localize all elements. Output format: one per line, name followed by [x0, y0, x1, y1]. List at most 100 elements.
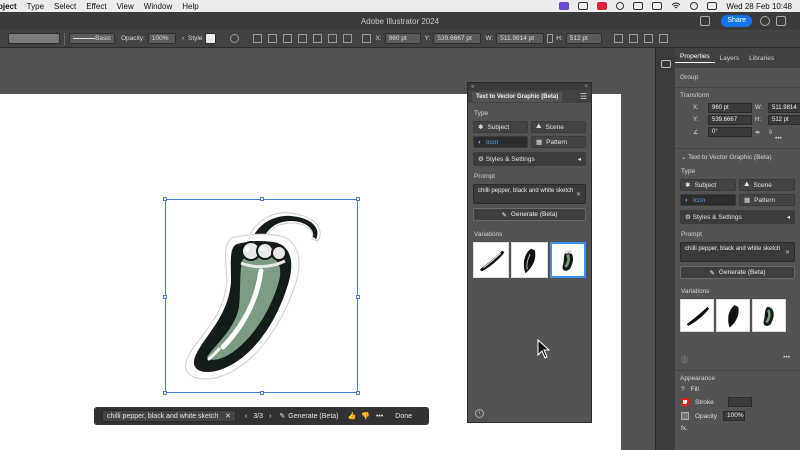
tab-layers[interactable]: Layers: [715, 55, 745, 62]
info-icon[interactable]: i: [475, 409, 484, 418]
stroke-weight-field[interactable]: [727, 397, 752, 407]
generate-button[interactable]: ✎ Generate (Beta): [473, 208, 586, 221]
menu-object[interactable]: bject: [0, 2, 17, 11]
thumbs-down-icon[interactable]: 👎: [361, 412, 370, 420]
more-transform-icon[interactable]: •••: [775, 135, 800, 142]
resize-handle-bottom[interactable]: [260, 391, 264, 395]
type-subject-button[interactable]: ✱ Subject: [680, 179, 736, 191]
wifi-icon[interactable]: [671, 2, 681, 10]
app-status-icon[interactable]: [597, 2, 608, 10]
share-button[interactable]: Share: [721, 15, 752, 27]
align-top-icon[interactable]: [313, 34, 323, 43]
resize-handle-right[interactable]: [356, 295, 360, 299]
align-left-icon[interactable]: [268, 34, 278, 43]
y-field[interactable]: 539.6667 pt: [433, 33, 482, 44]
align-middle-icon[interactable]: [328, 34, 338, 43]
h-field[interactable]: 512 pt: [565, 33, 602, 44]
sync-icon[interactable]: [616, 2, 625, 10]
layout-icon[interactable]: [700, 16, 710, 26]
menu-window[interactable]: Window: [144, 2, 172, 11]
align-center-icon[interactable]: [283, 34, 293, 43]
panel-grip[interactable]: «×: [468, 83, 591, 90]
taskbar-prompt-input[interactable]: chilli pepper, black and white sketch ✕: [102, 410, 236, 422]
close-icon[interactable]: ×: [584, 84, 588, 90]
opacity-row[interactable]: Opacity 100%: [681, 411, 800, 421]
menu-select[interactable]: Select: [54, 2, 76, 11]
display-icon[interactable]: [578, 2, 589, 10]
info-icon[interactable]: ⓘ: [681, 354, 688, 364]
next-variation-icon[interactable]: ›: [269, 413, 271, 420]
transform-grid-icon[interactable]: [362, 34, 372, 43]
battery-icon[interactable]: [652, 2, 663, 10]
done-button[interactable]: Done: [395, 413, 412, 420]
fx-row[interactable]: fx.: [681, 425, 800, 432]
align-to-icon[interactable]: [253, 34, 263, 43]
variation-thumbnail[interactable]: [680, 299, 714, 332]
stroke-row[interactable]: Stroke: [681, 397, 800, 407]
h-field[interactable]: 512 pt: [768, 115, 800, 125]
align-right-icon[interactable]: [298, 34, 308, 43]
menu-effect[interactable]: Effect: [86, 2, 106, 11]
type-pattern-button[interactable]: ▦ Pattern: [739, 194, 795, 206]
clear-prompt-icon[interactable]: ✕: [576, 191, 581, 198]
comments-icon[interactable]: [661, 60, 671, 68]
fill-row[interactable]: ? Fill: [681, 386, 800, 393]
recolor-icon[interactable]: [230, 34, 240, 43]
tab-libraries[interactable]: Libraries: [744, 55, 779, 62]
style-swatch[interactable]: [205, 33, 217, 44]
screen-record-icon[interactable]: [559, 2, 570, 10]
flip-vertical-icon[interactable]: ⇳: [768, 129, 800, 136]
transform-options-icon[interactable]: [613, 34, 623, 43]
clear-prompt-icon[interactable]: ✕: [785, 249, 790, 256]
type-icon-button[interactable]: ◐ Icon: [473, 136, 528, 148]
control-center-icon[interactable]: [707, 2, 718, 10]
previous-variation-icon[interactable]: ‹: [245, 413, 247, 420]
type-icon-button[interactable]: ◐ Icon: [680, 194, 736, 206]
w-field[interactable]: 511.9814: [768, 103, 800, 113]
thumbs-up-icon[interactable]: 👍: [348, 412, 357, 420]
more-options-icon[interactable]: •••: [783, 354, 790, 364]
x-field[interactable]: 960 pt: [384, 33, 421, 44]
envelope-icon[interactable]: [643, 34, 653, 43]
type-scene-button[interactable]: ⛰ Scene: [531, 121, 586, 133]
resize-handle-left[interactable]: [163, 295, 167, 299]
panel-menu-icon[interactable]: ☰: [580, 92, 587, 101]
w-field[interactable]: 511.9814 pt: [496, 33, 545, 44]
menu-help[interactable]: Help: [182, 2, 198, 11]
stroke-swatch[interactable]: [681, 398, 689, 406]
styles-settings-button[interactable]: ⚙ Styles & Settings ◂: [473, 152, 586, 166]
panel-menu-icon[interactable]: [658, 34, 668, 43]
creative-cloud-icon[interactable]: [633, 2, 644, 10]
taskbar-generate-button[interactable]: ✎ Generate (Beta): [279, 412, 338, 421]
opacity-field[interactable]: 100%: [723, 411, 746, 421]
align-bottom-icon[interactable]: [343, 34, 353, 43]
tab-properties[interactable]: Properties: [675, 53, 715, 63]
panel-tab-title[interactable]: Text to Vector Graphic (Beta): [472, 91, 563, 102]
variation-thumbnail[interactable]: [752, 299, 786, 332]
isolate-icon[interactable]: [628, 34, 638, 43]
clear-icon[interactable]: ✕: [225, 412, 231, 420]
variation-thumbnail[interactable]: [473, 242, 510, 278]
stroke-style-select[interactable]: Basic: [69, 33, 115, 44]
styles-settings-button[interactable]: ⚙ Styles & Settings ◂: [680, 210, 795, 224]
angle-field[interactable]: 0°: [708, 127, 752, 137]
x-field[interactable]: 960 pt: [708, 103, 752, 113]
resize-handle-bottom-right[interactable]: [356, 391, 360, 395]
selection-bounding-box[interactable]: [163, 197, 360, 395]
chevron-right-icon[interactable]: ›: [182, 35, 184, 42]
generate-button[interactable]: ✎ Generate (Beta): [680, 266, 795, 279]
ttv-section-header[interactable]: ⌄ Text to Vector Graphic (Beta): [681, 153, 800, 161]
prompt-input[interactable]: chilli pepper, black and white sketch ✕: [473, 184, 586, 204]
y-field[interactable]: 539.6667: [708, 115, 752, 125]
collapse-icon[interactable]: «: [471, 84, 474, 90]
variation-thumbnail-selected[interactable]: [549, 242, 587, 278]
discover-icon[interactable]: [760, 16, 770, 26]
type-pattern-button[interactable]: ▦ Pattern: [531, 136, 586, 148]
type-subject-button[interactable]: ✱ Subject: [473, 121, 528, 133]
type-scene-button[interactable]: ⛰ Scene: [739, 179, 795, 191]
menu-type[interactable]: Type: [27, 2, 44, 11]
opacity-field[interactable]: 100%: [147, 33, 176, 44]
resize-handle-top[interactable]: [260, 197, 264, 201]
resize-handle-bottom-left[interactable]: [163, 391, 167, 395]
variation-thumbnail[interactable]: [511, 242, 548, 278]
